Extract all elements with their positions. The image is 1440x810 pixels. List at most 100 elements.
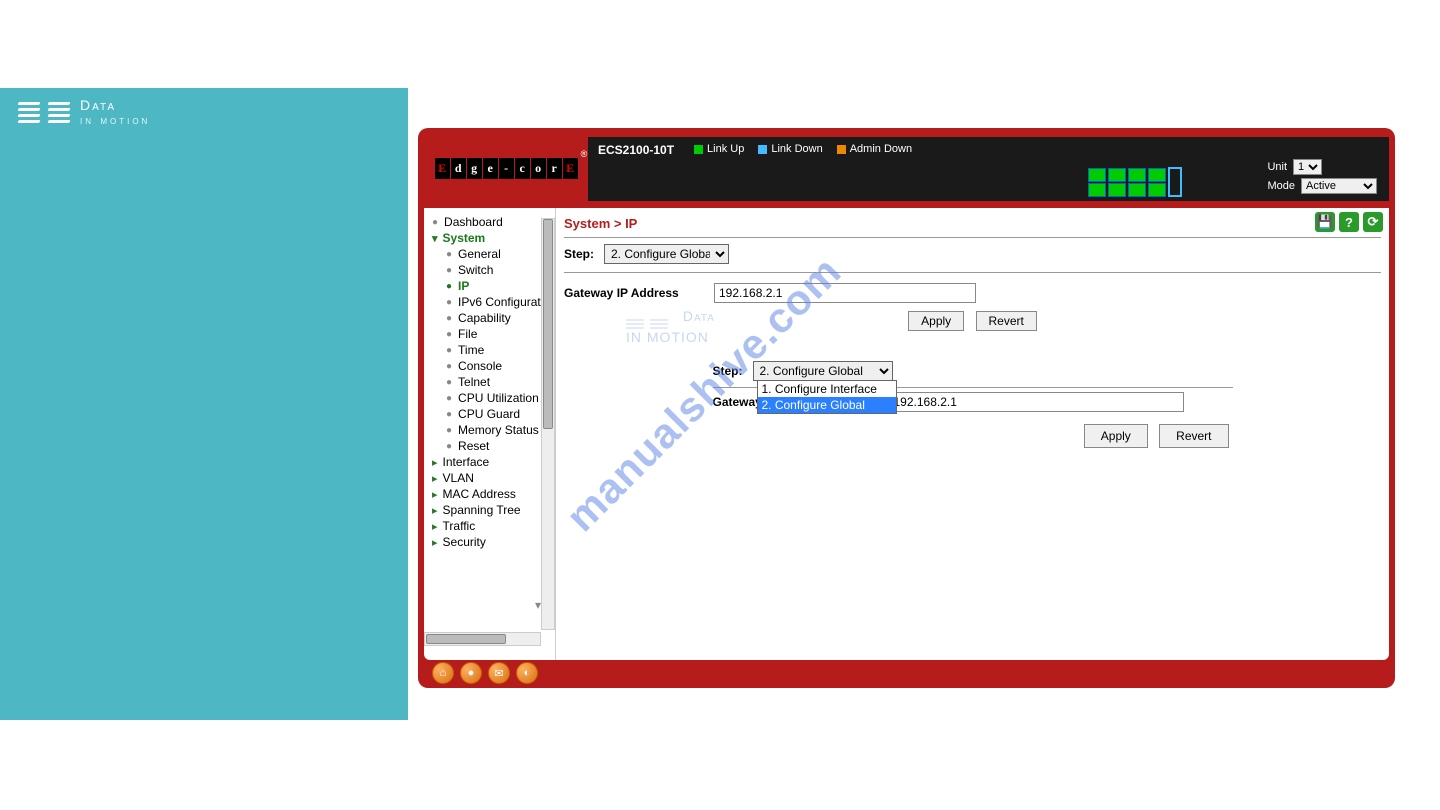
nav-traffic[interactable]: ▸Traffic [424, 518, 555, 534]
nav-vlan[interactable]: ▸VLAN [424, 470, 555, 486]
nav-label: CPU Utilization [458, 391, 539, 405]
nav-spanning-tree[interactable]: ▸Spanning Tree [424, 502, 555, 518]
logout-icon[interactable]: ◐ [516, 662, 538, 684]
logo-letter: - [499, 158, 514, 179]
nav-label: Memory Status [458, 423, 539, 437]
dropdown-option-selected[interactable]: 2. Configure Global [758, 397, 896, 413]
nav-label: Console [458, 359, 502, 373]
legend-admin-down: Admin Down [837, 143, 912, 155]
content-shell: ●Dashboard ▾System ●General ●Switch ●IP … [424, 208, 1389, 660]
port-icon[interactable] [1128, 168, 1146, 182]
port-icon[interactable] [1108, 183, 1126, 197]
nav-label: Telnet [458, 375, 490, 389]
mail-icon[interactable]: ✉ [488, 662, 510, 684]
nav-label: IP [458, 279, 469, 293]
revert-button[interactable]: Revert [976, 311, 1037, 331]
legend-label: Admin Down [850, 143, 912, 155]
home-icon[interactable]: ⌂ [432, 662, 454, 684]
apply-button[interactable]: Apply [908, 311, 964, 331]
nav-memory-status[interactable]: ●Memory Status [424, 422, 555, 438]
nav-interface[interactable]: ▸Interface [424, 454, 555, 470]
step-dropdown-open[interactable]: 1. Configure Interface 2. Configure Glob… [757, 380, 897, 414]
logo-letter: r [547, 158, 562, 179]
port-icon[interactable] [1088, 183, 1106, 197]
bullet-icon: ● [446, 297, 452, 308]
unit-select[interactable]: 1 [1293, 159, 1322, 175]
dropdown-option[interactable]: 1. Configure Interface [758, 381, 896, 397]
nav-label: Capability [458, 311, 511, 325]
bullet-icon: ● [446, 313, 452, 324]
logo-letter: o [531, 158, 546, 179]
device-model: ECS2100-10T [598, 143, 674, 157]
gateway-label: Gateway IP Address [564, 286, 714, 300]
revert-button-2[interactable]: Revert [1159, 424, 1228, 448]
mode-label: Mode [1267, 180, 1295, 192]
scrollbar-thumb[interactable] [426, 634, 506, 644]
nav-system[interactable]: ▾System [424, 230, 555, 246]
port-icon[interactable] [1108, 168, 1126, 182]
step-select[interactable]: 2. Configure Global [604, 244, 729, 264]
port-icon[interactable] [1148, 168, 1166, 182]
port-icon[interactable] [1148, 183, 1166, 197]
nav-capability[interactable]: ● Capability [424, 310, 555, 326]
nav-ip[interactable]: ●IP [424, 278, 555, 294]
step-label: Step: [713, 364, 743, 378]
legend-link-down: Link Down [758, 143, 822, 155]
vendor-logo: E d g e - c o r E ® [424, 131, 588, 205]
nav-file[interactable]: ●File [424, 326, 555, 342]
nav-label: Spanning Tree [443, 503, 521, 517]
step-select-2[interactable]: 2. Configure Global [753, 361, 893, 381]
chevron-right-icon: ▸ [432, 520, 438, 533]
port-outline-icon[interactable] [1168, 167, 1182, 197]
bullet-icon: ● [446, 377, 452, 388]
registered-icon: ® [581, 149, 588, 159]
globe-icon[interactable]: ● [460, 662, 482, 684]
brand-line-2: in motion [80, 113, 150, 127]
nav-sidebar: ●Dashboard ▾System ●General ●Switch ●IP … [424, 208, 556, 660]
bullet-icon: ● [446, 249, 452, 260]
nav-mac-address[interactable]: ▸MAC Address [424, 486, 555, 502]
save-icon[interactable]: 💾 [1315, 212, 1335, 232]
square-orange-icon [837, 145, 846, 154]
chevron-down-icon: ▾ [432, 232, 438, 245]
mode-select[interactable]: Active [1301, 178, 1377, 194]
nav-label: File [458, 327, 477, 341]
logo-letter: g [467, 158, 482, 179]
nav-console[interactable]: ●Console [424, 358, 555, 374]
port-icon[interactable] [1128, 183, 1146, 197]
horizontal-scrollbar[interactable] [424, 632, 541, 646]
nav-reset[interactable]: ●Reset [424, 438, 555, 454]
nav-dashboard[interactable]: ●Dashboard [424, 214, 555, 230]
app-frame: E d g e - c o r E ® ECS2100-10T Link Up … [418, 128, 1395, 688]
help-icon[interactable]: ? [1339, 212, 1359, 232]
nav-general[interactable]: ●General [424, 246, 555, 262]
nav-label: Switch [458, 263, 493, 277]
nav-cpu-utilization[interactable]: ● CPU Utilization [424, 390, 555, 406]
nav-label: IPv6 Configurat [458, 295, 541, 309]
logo-letter: d [451, 158, 466, 179]
nav-time[interactable]: ●Time [424, 342, 555, 358]
legend-label: Link Up [707, 143, 744, 155]
bullet-icon: ● [446, 441, 452, 452]
scrollbar-thumb[interactable] [543, 219, 553, 429]
nav-telnet[interactable]: ● Telnet [424, 374, 555, 390]
vertical-scrollbar[interactable] [541, 218, 555, 630]
nav-label: Time [458, 343, 484, 357]
nav-switch[interactable]: ●Switch [424, 262, 555, 278]
apply-button-2[interactable]: Apply [1084, 424, 1148, 448]
nav-cpu-guard[interactable]: ●CPU Guard [424, 406, 555, 422]
nav-security[interactable]: ▸Security [424, 534, 555, 550]
nav-ipv6[interactable]: ● IPv6 Configurat [424, 294, 555, 310]
bullet-icon: ● [446, 393, 452, 404]
bullet-icon: ● [432, 217, 438, 228]
port-icon[interactable] [1088, 168, 1106, 182]
chevron-right-icon: ▸ [432, 456, 438, 469]
refresh-icon[interactable]: ⟳ [1363, 212, 1383, 232]
gateway-input[interactable] [714, 283, 976, 303]
main-content: 💾 ? ⟳ System > IP Step: 2. Configure Glo… [556, 208, 1389, 660]
toolbar-icons: 💾 ? ⟳ [1315, 212, 1383, 232]
logo-lines-icon [18, 102, 70, 123]
port-diagram[interactable] [1088, 167, 1182, 197]
gateway-input-2[interactable] [889, 392, 1184, 412]
chevron-right-icon: ▸ [432, 536, 438, 549]
